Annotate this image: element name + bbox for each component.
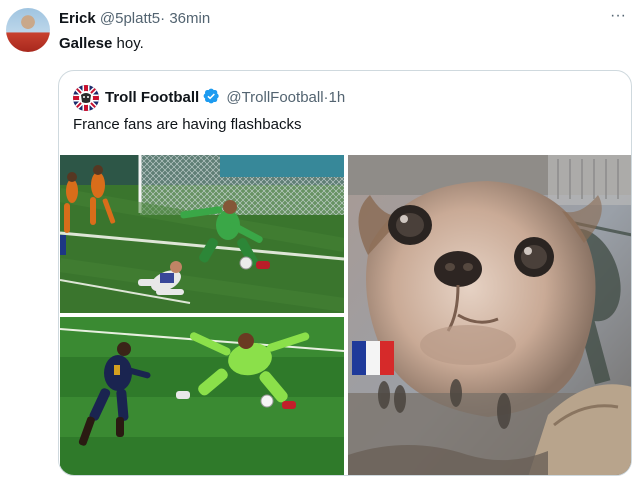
author-handle[interactable]: @5platt5 [100, 10, 160, 27]
quoted-text: France fans are having flashbacks [73, 116, 302, 133]
goalkeeper-save-photo-bottom[interactable] [60, 317, 344, 475]
tweet-text-rest: hoy. [112, 35, 144, 52]
dog-flashback-meme[interactable] [348, 155, 631, 475]
quoted-header: Troll Football @TrollFootball·1h [105, 87, 345, 108]
quoted-author-name[interactable]: Troll Football [105, 89, 199, 106]
author-avatar[interactable] [6, 8, 50, 52]
quoted-time[interactable]: 1h [329, 89, 346, 106]
separator: · [160, 10, 166, 27]
more-options-button[interactable]: ··· [606, 8, 630, 28]
tweet[interactable]: Erick @5platt5· 36min ··· Gallese hoy. T… [0, 0, 640, 484]
quoted-tweet[interactable]: Troll Football @TrollFootball·1h France … [58, 70, 632, 476]
tweet-text-bold: Gallese [59, 35, 113, 52]
author-name[interactable]: Erick [59, 10, 96, 27]
verified-badge-icon [203, 88, 219, 104]
tweet-time[interactable]: 36min [169, 10, 210, 27]
quoted-author-avatar[interactable] [73, 85, 99, 111]
media-grid [59, 155, 631, 475]
tweet-text: Gallese hoy. [59, 34, 144, 54]
goalkeeper-save-photo-top[interactable] [60, 155, 344, 313]
quoted-author-handle[interactable]: @TrollFootball [226, 89, 323, 106]
tweet-header: Erick @5platt5· 36min [59, 9, 210, 29]
